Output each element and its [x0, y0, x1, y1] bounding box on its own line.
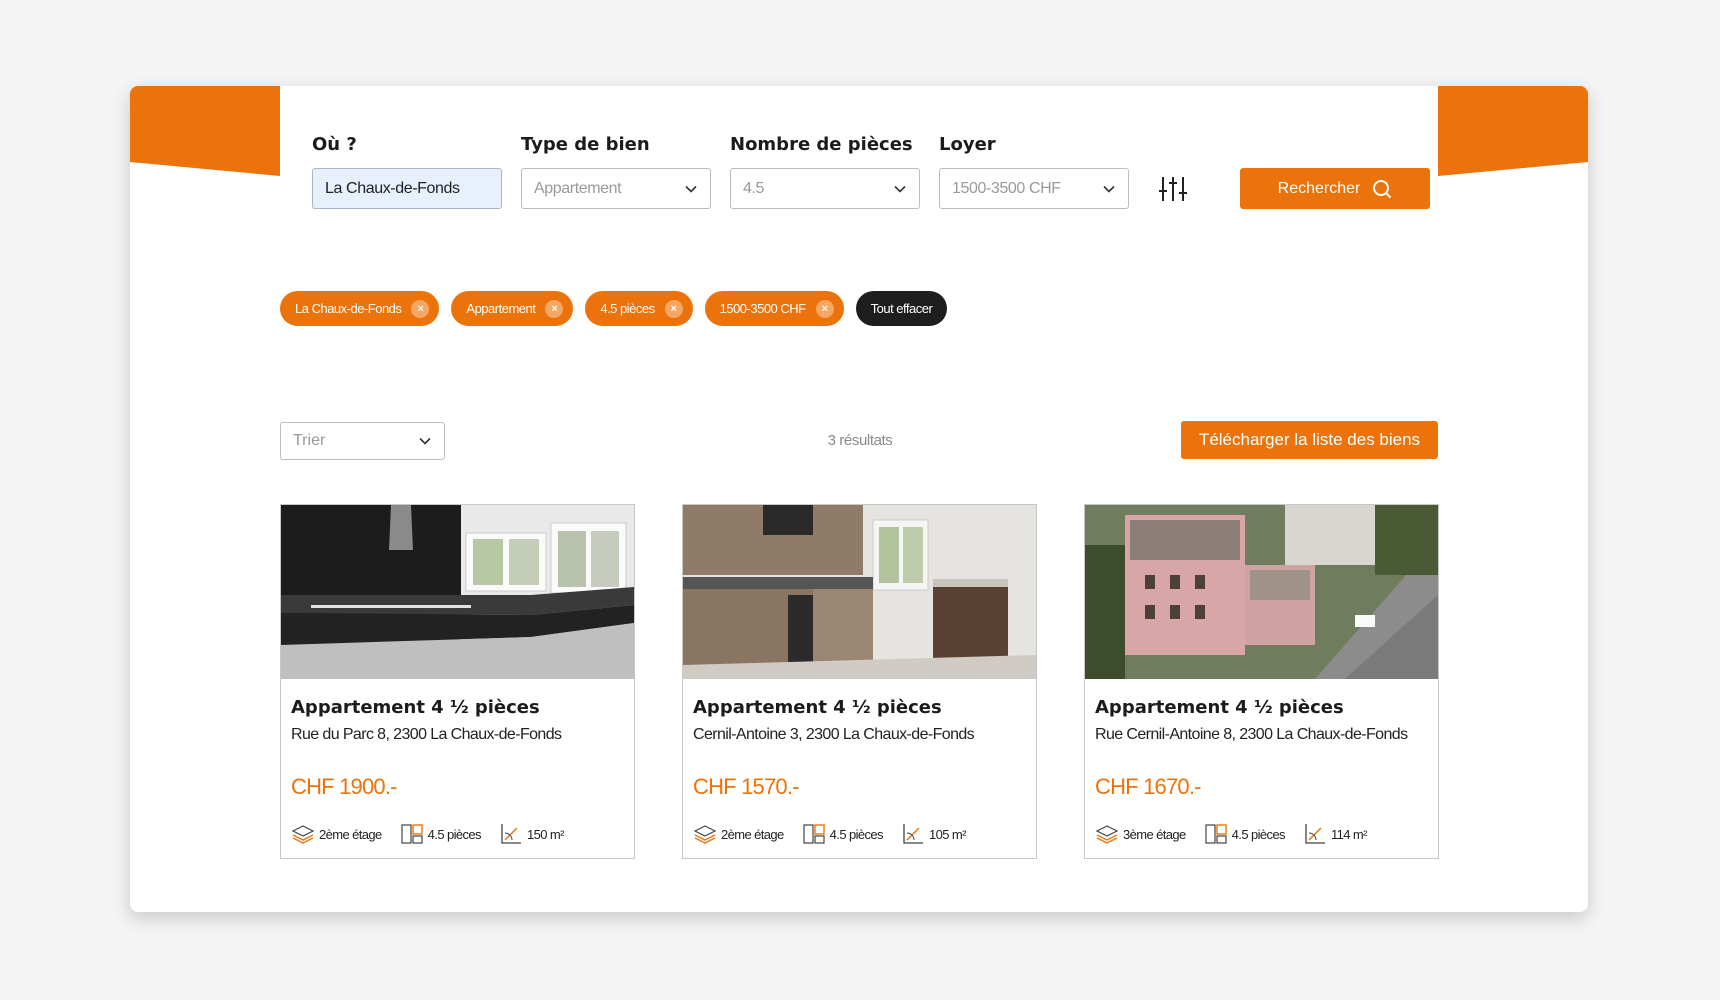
listing-photo[interactable] — [281, 505, 634, 679]
chevron-down-icon — [1103, 185, 1115, 193]
type-select[interactable]: Appartement — [521, 168, 711, 209]
sliders-icon — [1159, 177, 1187, 201]
search-panel: Où ? La Chaux-de-Fonds Type de bien Appa… — [280, 112, 1438, 262]
listing-title[interactable]: Appartement 4 ½ pièces — [693, 697, 1026, 723]
listing-title[interactable]: Appartement 4 ½ pièces — [291, 697, 624, 723]
rooms-value: 4.5 pièces — [427, 826, 482, 842]
listing-address: Cernil-Antoine 3, 2300 La Chaux-de-Fonds — [693, 726, 975, 743]
rooms-feature: 4.5 pièces — [1204, 822, 1286, 846]
clear-all-button[interactable]: Tout effacer — [855, 291, 948, 326]
listing-address: Rue du Parc 8, 2300 La Chaux-de-Fonds — [291, 726, 562, 743]
layers-icon — [1095, 825, 1119, 844]
filter-chip[interactable]: La Chaux-de-Fonds × — [280, 291, 440, 326]
search-button-label: Rechercher — [1277, 179, 1361, 197]
layers-icon — [291, 825, 315, 844]
filter-chip[interactable]: 1500-3500 CHF × — [704, 291, 844, 326]
where-field: Où ? La Chaux-de-Fonds — [312, 134, 502, 209]
floor-value: 3ème étage — [1123, 826, 1186, 842]
listing-address: Rue Cernil-Antoine 8, 2300 La Chaux-de-F… — [1095, 726, 1408, 743]
area-icon — [1305, 824, 1325, 844]
type-label: Type de bien — [521, 134, 650, 155]
where-value: La Chaux-de-Fonds — [325, 179, 460, 197]
rooms-feature: 4.5 pièces — [400, 822, 482, 846]
listing-card[interactable]: Appartement 4 ½ pièces Cernil-Antoine 3,… — [682, 504, 1037, 859]
chevron-down-icon — [419, 437, 431, 445]
rent-value: 1500-3500 CHF — [952, 179, 1061, 197]
listing-features: 2ème étage 4.5 pièces 150 m² — [291, 822, 624, 846]
floor-feature: 2ème étage — [291, 822, 382, 846]
listing-card[interactable]: Appartement 4 ½ pièces Rue Cernil-Antoin… — [1084, 504, 1439, 859]
area-icon — [501, 824, 521, 844]
listing-price: CHF 1670.- — [1095, 774, 1202, 799]
download-list-button[interactable]: Télécharger la liste des biens — [1181, 421, 1438, 459]
rooms-value: 4.5 pièces — [1231, 826, 1286, 842]
listing-features: 2ème étage 4.5 pièces 105 m² — [693, 822, 1026, 846]
search-icon — [1373, 179, 1392, 198]
layers-icon — [693, 825, 717, 844]
listings-grid: Appartement 4 ½ pièces Rue du Parc 8, 23… — [280, 504, 1439, 859]
close-icon[interactable]: × — [411, 299, 430, 318]
type-field: Type de bien Appartement — [521, 134, 711, 209]
listing-photo[interactable] — [1085, 505, 1438, 679]
floor-feature: 3ème étage — [1095, 822, 1186, 846]
area-value: 114 m² — [1330, 826, 1368, 842]
area-feature: 150 m² — [499, 822, 564, 846]
rooms-icon — [803, 824, 825, 844]
rent-select[interactable]: 1500-3500 CHF — [939, 168, 1129, 209]
rent-label: Loyer — [939, 134, 996, 155]
rooms-select[interactable]: 4.5 — [730, 168, 920, 209]
rooms-feature: 4.5 pièces — [802, 822, 884, 846]
chip-label: 1500-3500 CHF — [719, 301, 807, 316]
listing-features: 3ème étage 4.5 pièces 114 m² — [1095, 822, 1428, 846]
rooms-value: 4.5 — [743, 179, 765, 197]
app-frame: Où ? La Chaux-de-Fonds Type de bien Appa… — [130, 86, 1588, 912]
chip-label: Appartement — [466, 301, 536, 316]
close-icon[interactable]: × — [545, 299, 564, 318]
area-feature: 114 m² — [1303, 822, 1367, 846]
listing-card[interactable]: Appartement 4 ½ pièces Rue du Parc 8, 23… — [280, 504, 635, 859]
where-label: Où ? — [312, 134, 357, 155]
rooms-label: Nombre de pièces — [730, 134, 913, 155]
filters-button[interactable] — [1156, 172, 1190, 206]
close-icon[interactable]: × — [815, 299, 834, 318]
sort-placeholder: Trier — [293, 432, 326, 449]
rooms-icon — [401, 824, 423, 844]
area-feature: 105 m² — [901, 822, 966, 846]
close-icon[interactable]: × — [664, 299, 683, 318]
filter-chip[interactable]: 4.5 pièces × — [585, 291, 693, 326]
chip-label: La Chaux-de-Fonds — [295, 301, 402, 316]
listing-price: CHF 1570.- — [693, 774, 800, 799]
chevron-down-icon — [685, 185, 697, 193]
area-value: 150 m² — [526, 826, 564, 842]
results-count: 3 résultats — [827, 432, 893, 449]
rooms-icon — [1205, 824, 1227, 844]
search-button[interactable]: Rechercher — [1240, 168, 1430, 209]
listing-photo[interactable] — [683, 505, 1036, 679]
floor-feature: 2ème étage — [693, 822, 784, 846]
chip-label: 4.5 pièces — [600, 301, 655, 316]
area-value: 105 m² — [928, 826, 966, 842]
sort-select[interactable]: Trier — [280, 422, 445, 460]
floor-value: 2ème étage — [721, 826, 784, 842]
rooms-field: Nombre de pièces 4.5 — [730, 134, 920, 209]
rooms-value: 4.5 pièces — [829, 826, 884, 842]
type-value: Appartement — [534, 179, 622, 197]
listing-title[interactable]: Appartement 4 ½ pièces — [1095, 697, 1428, 723]
floor-value: 2ème étage — [319, 826, 382, 842]
area-icon — [903, 824, 923, 844]
active-filters: La Chaux-de-Fonds × Appartement × 4.5 pi… — [280, 291, 948, 326]
filter-chip[interactable]: Appartement × — [451, 291, 574, 326]
listing-price: CHF 1900.- — [291, 774, 398, 799]
rent-field: Loyer 1500-3500 CHF — [939, 134, 1129, 209]
chevron-down-icon — [894, 185, 906, 193]
where-input[interactable]: La Chaux-de-Fonds — [312, 168, 502, 209]
clear-all-label: Tout effacer — [870, 301, 933, 316]
